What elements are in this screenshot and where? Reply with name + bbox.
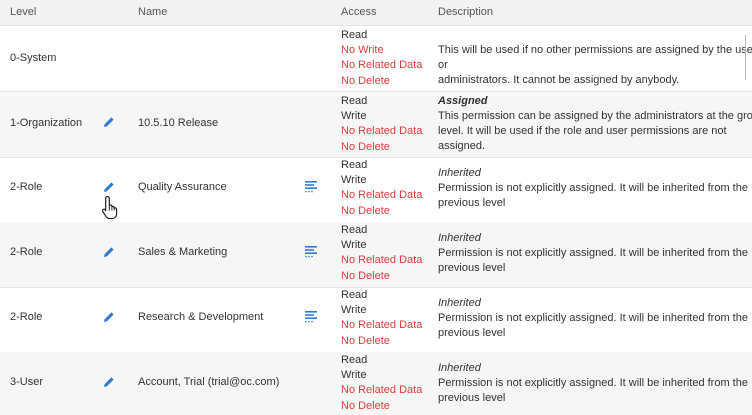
level-cell: 2-Role [10,311,43,323]
description-line: administrators. It cannot be assigned by… [438,74,680,86]
table-row: 0-System Read No Write No Related Data N… [0,26,752,92]
permissions-table: Level Name Access Description 0-System R… [0,0,752,415]
description-line: assigned. [438,140,486,152]
description-cell: Inherited Permission is not explicitly a… [438,296,752,341]
edit-pencil-icon[interactable] [103,246,115,258]
description-line: previous level [438,327,506,339]
description-cell: Assigned This permission can be assigned… [438,94,752,154]
table-row: 3-User Account, Trial (trial@oc.com) Rea… [0,352,752,415]
name-cell: Quality Assurance [138,181,227,193]
access-cell: Read No Write No Related Data No Delete [341,28,422,89]
description-column-header[interactable]: Description [438,6,493,18]
description-line: Permission is not explicitly assigned. I… [438,312,748,324]
description-line: This will be used if no other permission… [438,44,752,71]
access-read: Read [341,159,368,171]
details-list-icon[interactable] [305,246,318,258]
name-cell: 10.5.10 Release [138,117,219,129]
access-write: Write [341,239,367,252]
access-write: Write [341,110,367,123]
access-read: Read [341,29,368,41]
table-row: 2-Role Research & Development Read Write… [0,287,752,353]
description-line: Permission is not explicitly assigned. I… [438,247,748,259]
edit-pencil-icon[interactable] [103,181,115,193]
access-cell: Read Write No Related Data No Delete [341,223,422,284]
description-line: previous level [438,262,506,274]
description-cell: Inherited Permission is not explicitly a… [438,231,752,276]
details-list-icon[interactable] [305,311,318,323]
access-cell: Read Write No Related Data No Delete [341,353,422,414]
description-line: level. It will be used if the role and u… [438,125,727,137]
access-write: No Write [341,44,384,57]
access-related-data: No Related Data [341,125,423,138]
access-write: Write [341,304,367,317]
access-cell: Read Write No Related Data No Delete [341,94,422,155]
edit-pencil-icon[interactable] [103,376,115,388]
access-delete: No Delete [341,204,390,217]
access-related-data: No Related Data [341,59,423,72]
permission-status: Inherited [438,232,481,244]
name-cell: Account, Trial (trial@oc.com) [138,376,280,388]
permission-status: Inherited [438,362,481,374]
description-line: previous level [438,392,506,404]
access-write: Write [341,174,367,187]
edit-pencil-icon[interactable] [103,311,115,323]
access-delete: No Delete [341,140,390,153]
access-related-data: No Related Data [341,319,423,332]
table-row: 2-Role Sales & Marketing Read Write No R… [0,222,752,288]
hand-pointer-cursor-icon [101,195,118,220]
permission-status: Assigned [438,95,488,107]
level-cell: 2-Role [10,246,43,258]
access-read: Read [341,289,368,301]
access-related-data: No Related Data [341,189,423,202]
description-line: Permission is not explicitly assigned. I… [438,377,748,389]
access-delete: No Delete [341,269,390,282]
table-header: Level Name Access Description [0,0,752,26]
access-cell: Read Write No Related Data No Delete [341,288,422,349]
name-column-header[interactable]: Name [138,6,167,18]
access-read: Read [341,224,368,236]
access-read: Read [341,95,368,107]
description-cell: Inherited Permission is not explicitly a… [438,166,752,211]
access-read: Read [341,354,368,366]
access-related-data: No Related Data [341,384,423,397]
access-delete: No Delete [341,399,390,412]
description-line: Permission is not explicitly assigned. I… [438,182,748,194]
edit-pencil-icon[interactable] [103,116,115,128]
level-cell: 3-User [10,376,44,388]
access-delete: No Delete [341,74,390,87]
description-line: previous level [438,197,506,209]
permission-status: Inherited [438,297,481,309]
name-cell: Sales & Marketing [138,246,228,258]
access-delete: No Delete [341,334,390,347]
table-row: 1-Organization 10.5.10 Release Read Writ… [0,92,752,158]
level-cell: 0-System [10,52,57,64]
details-list-icon[interactable] [305,181,318,193]
name-cell: Research & Development [138,311,264,323]
description-line: This permission can be assigned by the a… [438,110,752,122]
permission-status: Inherited [438,167,481,179]
description-cell: This will be used if no other permission… [438,43,752,88]
level-column-header[interactable]: Level [10,6,36,18]
access-related-data: No Related Data [341,254,423,267]
access-cell: Read Write No Related Data No Delete [341,158,422,219]
access-write: Write [341,369,367,382]
description-cell: Inherited Permission is not explicitly a… [438,361,752,406]
column-divider [745,35,746,80]
access-column-header[interactable]: Access [341,6,376,18]
level-cell: 2-Role [10,181,43,193]
level-cell: 1-Organization [10,117,83,129]
